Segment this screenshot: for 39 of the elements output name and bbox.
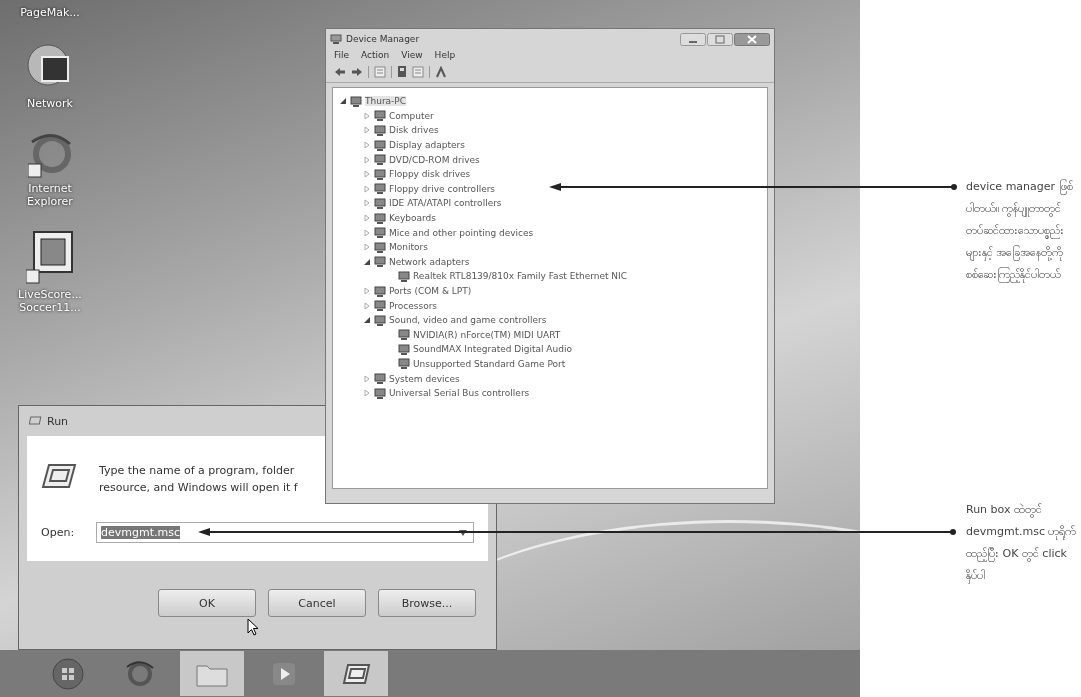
tree-item[interactable]: Sound, video and game controllers (389, 315, 547, 326)
tree-item[interactable]: IDE ATA/ATAPI controllers (389, 198, 502, 209)
tree-item[interactable]: Processors (389, 300, 438, 311)
dialog-button[interactable]: OK (158, 589, 256, 617)
dialog-button[interactable]: Browse... (378, 589, 476, 617)
tree-item[interactable]: Universal Serial Bus controllers (389, 388, 530, 399)
tree-item[interactable]: Floppy drive controllers (389, 183, 496, 194)
window-title: Device Manager (346, 34, 420, 44)
menu-item[interactable]: View (401, 50, 423, 60)
annotation-text: Run box ထဲတွင် devmgmt.msc ဟုရိုက်ထည့်ပြီး OK တွင် click နှိပ်ပါ (966, 502, 1077, 586)
tree-item[interactable]: System devices (389, 373, 460, 384)
tree-item[interactable]: Ports (COM & LPT) (389, 286, 472, 296)
instruction-text: resource, and Windows will open it f (99, 480, 298, 496)
desktop-icon-label[interactable]: Network (13, 97, 87, 110)
tree-item[interactable]: Display adapters (389, 140, 465, 151)
open-label: Open: (41, 526, 75, 539)
tree-item[interactable]: Monitors (389, 242, 428, 253)
menu-item[interactable]: File (334, 50, 350, 60)
tree-item[interactable]: NVIDIA(R) nForce(TM) MIDI UART (413, 329, 561, 340)
tree-item[interactable]: Floppy disk drives (389, 169, 471, 180)
dialog-button[interactable]: Cancel (268, 589, 366, 617)
instruction-text: Type the name of a program, folder (99, 463, 296, 479)
tree-item[interactable]: Computer (389, 110, 434, 121)
tree-item[interactable]: Mice and other pointing devices (389, 227, 534, 238)
open-combo-field[interactable]: devmgmt.msc (96, 522, 474, 543)
desktop-icon-label[interactable]: PageMak... (13, 6, 87, 19)
menu-item[interactable]: Help (434, 50, 456, 60)
tree-item[interactable]: DVD/CD-ROM drives (389, 154, 480, 165)
tree-item[interactable]: Network adapters (389, 256, 470, 267)
field-value: devmgmt.msc (101, 526, 181, 539)
menu-item[interactable]: Action (361, 50, 390, 60)
tree-item[interactable]: SoundMAX Integrated Digital Audio (413, 344, 572, 355)
tree-item[interactable]: Realtek RTL8139/810x Family Fast Ethernet NIC (413, 271, 628, 282)
tree-item[interactable]: Unsupported Standard Game Port (413, 359, 566, 369)
tree-item[interactable]: Thura-PC (365, 96, 407, 107)
tree-item[interactable]: Keyboards (389, 213, 436, 224)
tree-item[interactable]: Disk drives (389, 125, 439, 136)
annotation-text: device manager ဖြစ်ပါတယ်။ ကွန်ပျူတာတွင် တပ်ဆင်ထားသောပစ္စည်းများနှင့် အခြေအနေတို့ကို စစ်ဆေးကြည့်နိုင်ပါတယ် (966, 178, 1074, 285)
window-title: Run (47, 414, 69, 428)
